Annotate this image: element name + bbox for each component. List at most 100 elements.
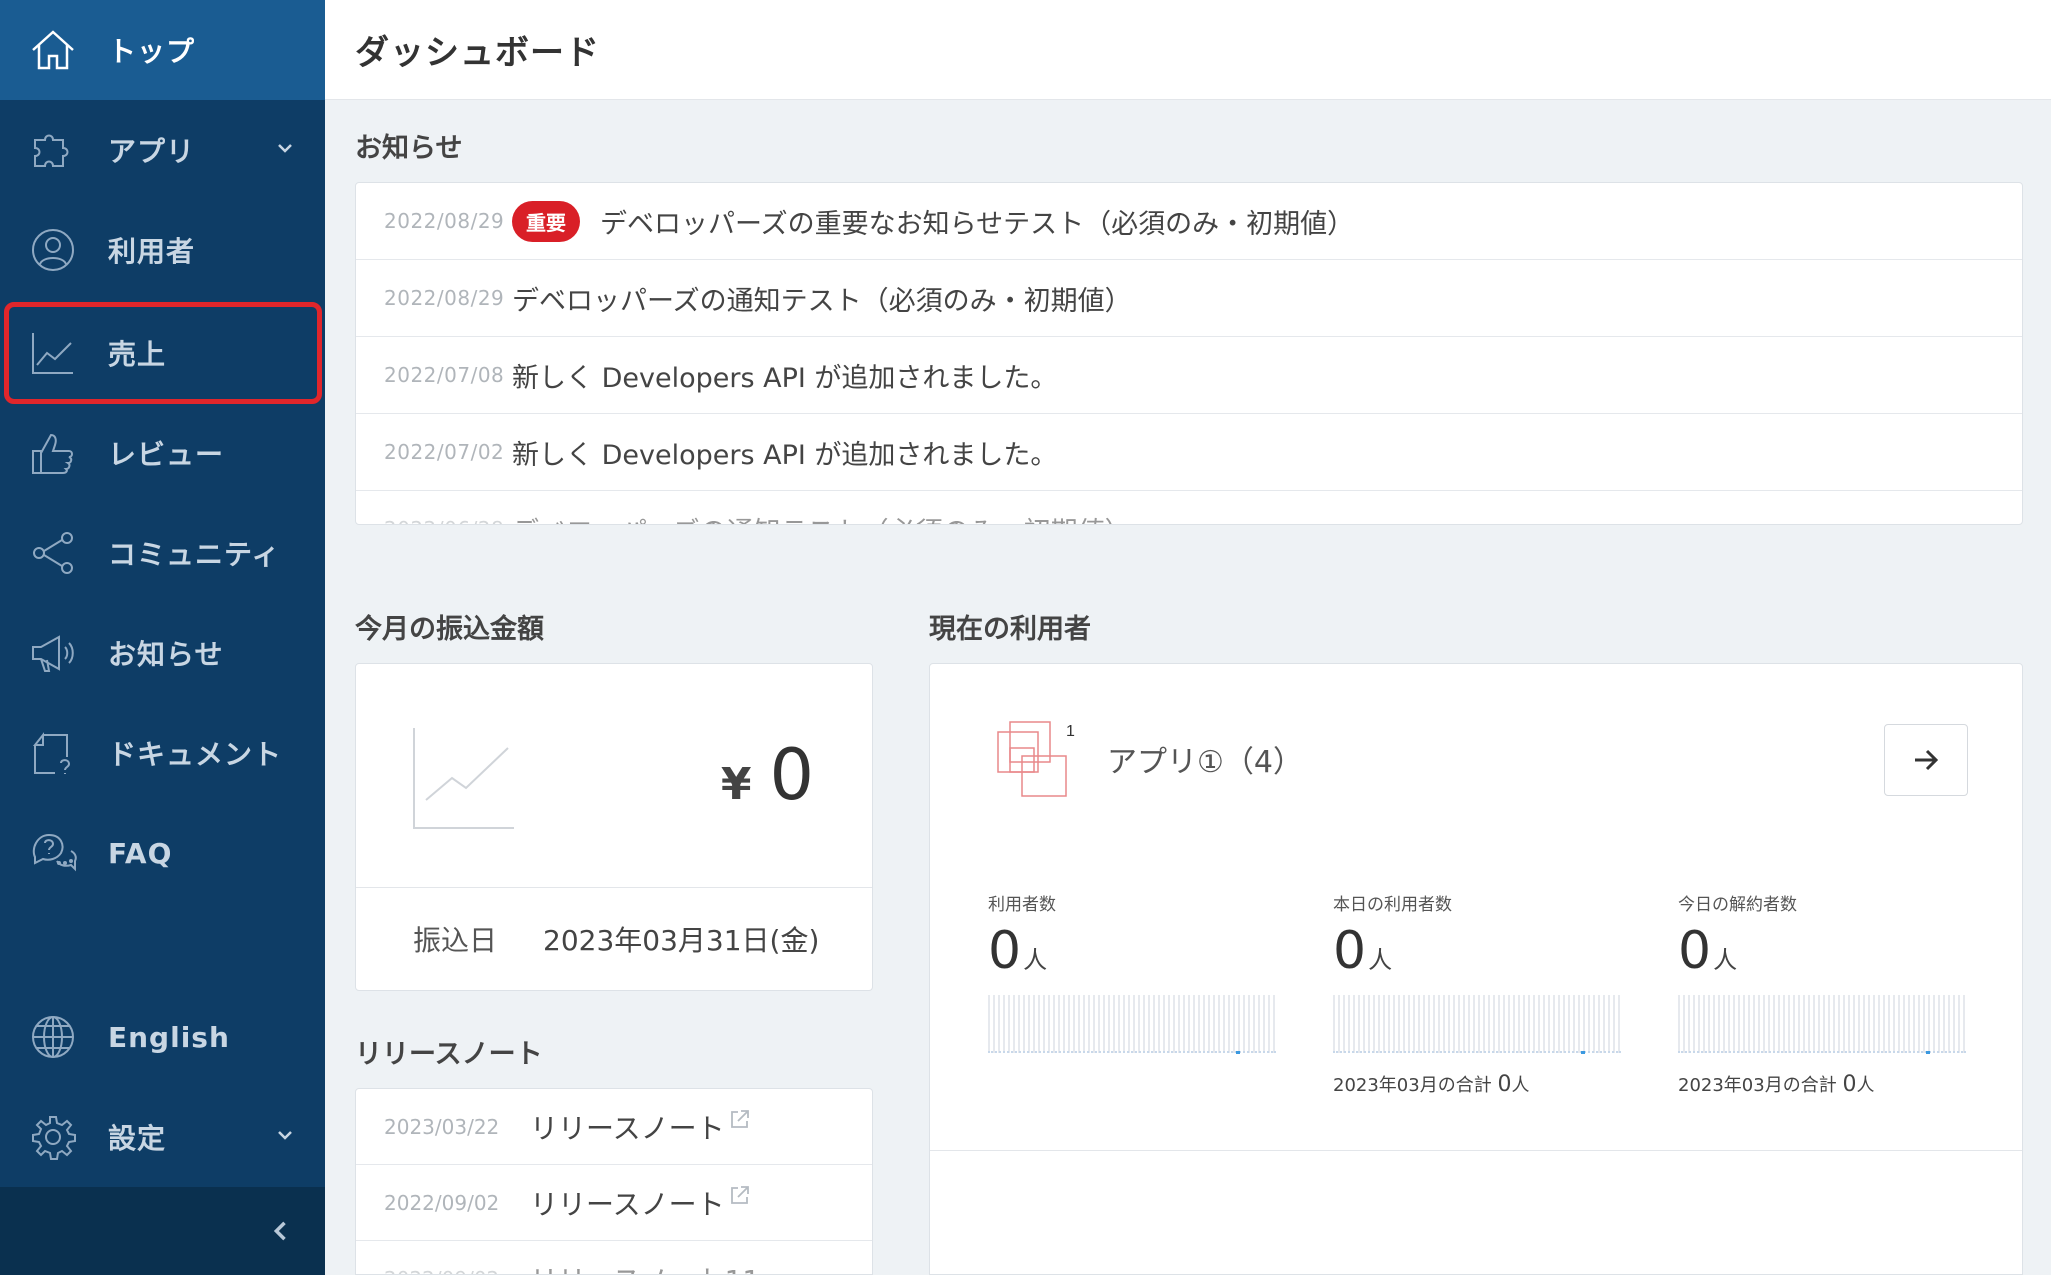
notice-date: 2022/08/29 <box>384 286 505 310</box>
list-item[interactable]: 2022/07/08 新しく Developers API が追加されました。 <box>356 337 2022 414</box>
stat-unit: 人 <box>1713 946 1738 974</box>
stat-total: 2023年03月の合計 0人 <box>1678 1072 1875 1097</box>
sales-highlight-box <box>4 302 322 404</box>
list-item[interactable]: 2022/08/29 デベロッパーズの通知テスト（必須のみ・初期値） <box>356 260 2022 337</box>
list-item[interactable]: 2022/09/02 リリースノート <box>356 1165 872 1241</box>
transfer-date-value: 2023年03月31日(金) <box>543 924 820 957</box>
sidebar-item-label: ドキュメント <box>108 738 283 771</box>
app-name: アプリ①（4） <box>1107 745 1303 780</box>
sidebar-item-faq[interactable]: FAQ <box>0 803 325 903</box>
release-date: 2023/03/22 <box>384 1114 500 1139</box>
stat-value: 0 <box>1678 921 1712 981</box>
transfer-card: ¥ 0 振込日 2023年03月31日(金) <box>355 663 873 991</box>
external-link-icon <box>730 1109 749 1128</box>
notice-text: 新しく Developers API が追加されました。 <box>512 439 1058 471</box>
transfer-title: 今月の振込金額 <box>355 614 544 645</box>
sidebar-item-label: トップ <box>108 35 196 68</box>
sidebar-item-docs[interactable]: ドキュメント <box>0 703 325 803</box>
notice-date: 2022/07/02 <box>384 440 505 464</box>
transfer-amount: ¥ 0 <box>721 734 814 816</box>
stat-label: 本日の利用者数 <box>1333 895 1452 915</box>
users-card: 1 アプリ①（4） 利用者数 0人 本日の利用者数 0人 2023年03月の合計… <box>929 663 2023 1275</box>
important-badge: 重要 <box>512 200 580 242</box>
notices-list: 2022/08/29 重要 デベロッパーズの重要なお知らせテスト（必須のみ・初期… <box>355 182 2023 525</box>
sidebar-item-top[interactable]: トップ <box>0 0 325 100</box>
list-item[interactable]: 2022/07/02 新しく Developers API が追加されました。 <box>356 414 2022 491</box>
stat-unit: 人 <box>1368 946 1393 974</box>
sparkline <box>1678 995 1966 1054</box>
stat-value: 0 <box>1333 921 1367 981</box>
notice-date: 2022/08/29 <box>384 209 505 233</box>
sidebar-item-reviews[interactable]: レビュー <box>0 403 325 503</box>
sidebar-item-label: 利用者 <box>108 235 196 268</box>
chart-icon <box>413 728 514 829</box>
page-title: ダッシュボード <box>355 33 600 73</box>
release-link[interactable]: リリースノート <box>530 1107 725 1147</box>
list-item[interactable]: 2022/08/29 重要 デベロッパーズの重要なお知らせテスト（必須のみ・初期… <box>356 183 2022 260</box>
stat-unit: 人 <box>1023 946 1048 974</box>
stat-today-users: 本日の利用者数 0人 2023年03月の合計 0人 <box>1333 890 1623 1097</box>
user-icon <box>28 225 78 275</box>
chevron-down-icon <box>278 1131 292 1140</box>
release-notes-list: 2023/03/22 リリースノート 2022/09/02 リリースノート 20… <box>355 1088 873 1275</box>
notice-date: 2022/07/08 <box>384 363 505 387</box>
sparkline <box>1333 995 1621 1054</box>
amount-value: 0 <box>769 734 814 816</box>
stat-label: 利用者数 <box>988 895 1056 915</box>
release-notes-title: リリースノート <box>355 1039 543 1070</box>
page-header: ダッシュボード <box>325 0 2051 100</box>
sidebar-item-label: 設定 <box>108 1122 167 1155</box>
gear-icon <box>28 1112 78 1162</box>
app-logo-icon: 1 <box>997 721 1075 797</box>
divider <box>930 1150 2022 1151</box>
sidebar-item-label: コミュニティ <box>108 538 281 571</box>
sidebar-item-language[interactable]: English <box>0 987 325 1087</box>
sidebar-item-settings[interactable]: 設定 <box>0 1087 325 1187</box>
chevron-down-icon <box>278 144 292 153</box>
currency-symbol: ¥ <box>720 759 752 810</box>
megaphone-icon <box>28 628 78 678</box>
puzzle-icon <box>28 125 78 175</box>
release-date: 2022/09/02 <box>384 1190 500 1215</box>
app-badge-number: 1 <box>1066 723 1075 740</box>
release-link[interactable]: リリースノート11 <box>530 1259 760 1275</box>
home-icon <box>28 25 78 75</box>
users-title: 現在の利用者 <box>929 614 1091 645</box>
document-icon <box>28 728 78 778</box>
notice-text: デベロッパーズの通知テスト（必須のみ・初期値） <box>512 510 1132 525</box>
sidebar-item-apps[interactable]: アプリ <box>0 100 325 200</box>
notice-date: 2022/06/28 <box>384 517 512 524</box>
sidebar-item-label: レビュー <box>108 438 225 471</box>
sidebar-collapse-button[interactable] <box>0 1187 325 1275</box>
faq-icon <box>28 828 78 878</box>
sidebar-item-notices[interactable]: お知らせ <box>0 603 325 703</box>
transfer-date-label: 振込日 <box>413 924 498 957</box>
list-item[interactable]: 2022/09/02 リリースノート11 <box>356 1241 872 1275</box>
external-link-icon <box>730 1185 749 1204</box>
notices-title: お知らせ <box>355 133 463 164</box>
share-icon <box>28 528 78 578</box>
notice-text: デベロッパーズの重要なお知らせテスト（必須のみ・初期値） <box>600 208 1355 240</box>
list-item[interactable]: 2023/03/22 リリースノート <box>356 1089 872 1165</box>
sidebar-item-label: English <box>108 1020 230 1054</box>
app-detail-button[interactable] <box>1884 724 1968 796</box>
sidebar-item-community[interactable]: コミュニティ <box>0 503 325 603</box>
thumbs-up-icon <box>28 428 78 478</box>
stat-value: 0 <box>988 921 1022 981</box>
release-link[interactable]: リリースノート <box>530 1183 725 1223</box>
list-item[interactable]: 2022/06/28 デベロッパーズの通知テスト（必須のみ・初期値） <box>356 491 2022 525</box>
sparkline <box>988 995 1276 1054</box>
notice-text: デベロッパーズの通知テスト（必須のみ・初期値） <box>512 285 1132 317</box>
globe-icon <box>28 1012 78 1062</box>
sidebar-item-label: お知らせ <box>108 638 224 671</box>
stat-label: 今日の解約者数 <box>1678 895 1797 915</box>
stat-today-cancellations: 今日の解約者数 0人 2023年03月の合計 0人 <box>1678 890 1968 1097</box>
arrow-right-icon <box>1915 749 1939 771</box>
sidebar-item-users[interactable]: 利用者 <box>0 200 325 300</box>
release-date: 2022/09/02 <box>384 1267 530 1275</box>
chevron-left-icon <box>273 1221 286 1241</box>
sidebar-item-label: FAQ <box>108 836 173 870</box>
stat-total: 2023年03月の合計 0人 <box>1333 1072 1530 1097</box>
sidebar-item-label: アプリ <box>108 135 196 168</box>
stat-total-users: 利用者数 0人 <box>988 890 1278 1054</box>
